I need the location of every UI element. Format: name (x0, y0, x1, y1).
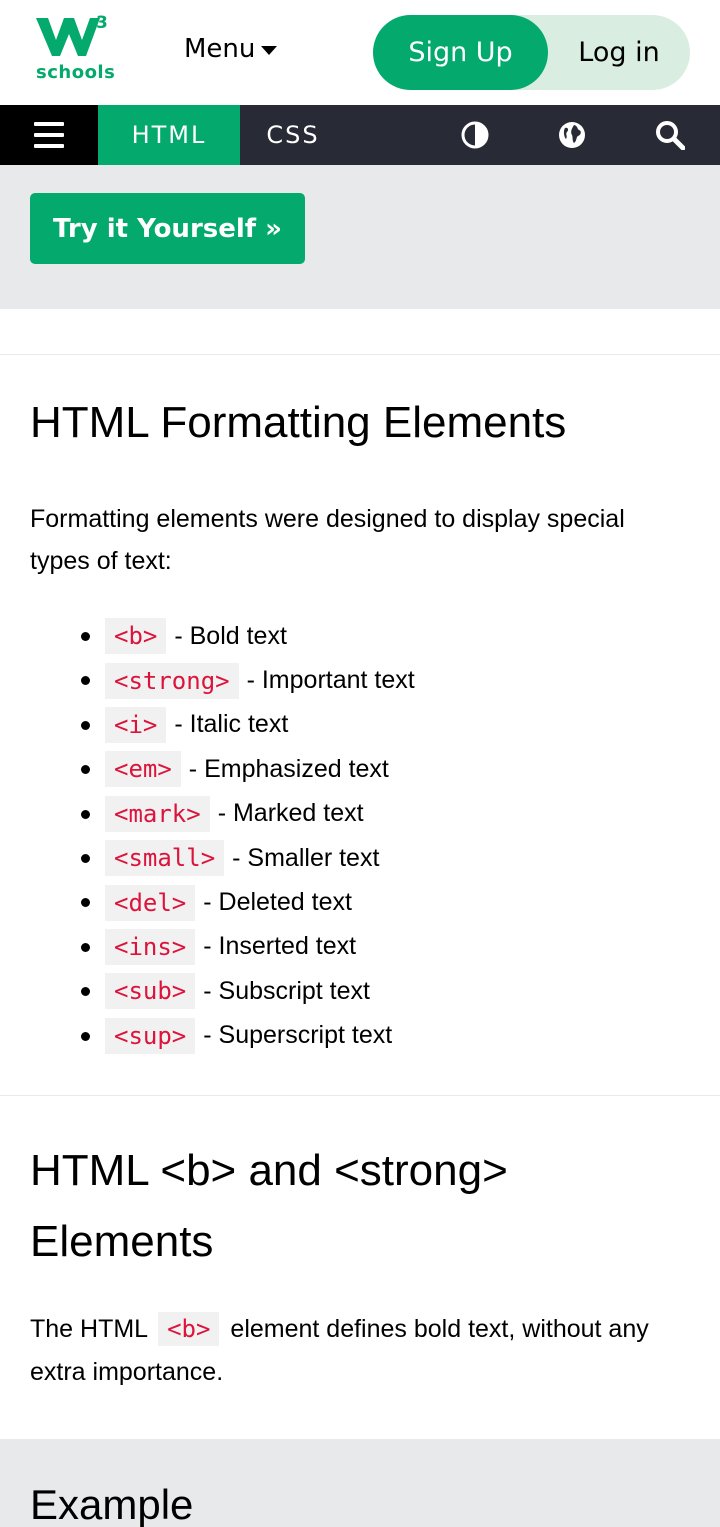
tag-description: - Important text (246, 666, 415, 695)
tag-code: <strong> (105, 662, 239, 699)
menu-dropdown-button[interactable]: Menu (184, 34, 278, 64)
list-item: <ins> - Inserted text (30, 925, 415, 969)
inline-code: <b> (158, 1312, 220, 1346)
w3-logo-icon: 3 (36, 13, 108, 56)
svg-text:3: 3 (96, 14, 108, 33)
logo-text: schools (36, 62, 116, 83)
top-navbar: HTML CSS (0, 105, 720, 165)
tag-code: <sup> (105, 1017, 196, 1054)
tag-code: <mark> (105, 795, 210, 832)
tag-code: <small> (105, 840, 225, 877)
sign-up-button[interactable]: Sign Up (373, 15, 548, 90)
top-header: 3 schools Menu Sign Up Log in (0, 0, 720, 105)
tag-code: <del> (105, 884, 196, 921)
log-in-button[interactable]: Log in (548, 15, 690, 90)
globe-icon[interactable] (557, 120, 587, 150)
tag-code: <ins> (105, 928, 196, 965)
tag-code: <em> (105, 751, 181, 788)
caret-down-icon (261, 45, 278, 55)
example-box: Example (0, 1439, 720, 1527)
tag-code: <b> (105, 618, 167, 655)
try-it-yourself-button[interactable]: Try it Yourself » (30, 193, 305, 264)
tag-description: - Inserted text (203, 932, 357, 961)
tag-description: - Smaller text (232, 843, 380, 872)
b-element-paragraph: The HTML <b> element defines bold text, … (30, 1308, 690, 1394)
tag-code: <sub> (105, 973, 196, 1010)
example-title: Example (30, 1481, 194, 1527)
list-item: <del> - Deleted text (30, 880, 415, 924)
tag-description: - Marked text (217, 799, 364, 828)
divider (0, 1095, 720, 1096)
tag-code: <i> (105, 706, 167, 743)
list-item: <small> - Smaller text (30, 836, 415, 880)
tag-description: - Bold text (174, 621, 287, 650)
subsection-title: HTML <b> and <strong> Elements (30, 1146, 508, 1266)
divider (0, 354, 720, 355)
auth-buttons: Sign Up Log in (373, 15, 690, 90)
tag-description: - Subscript text (203, 976, 370, 1005)
list-item: <em> - Emphasized text (30, 747, 415, 791)
tag-description: - Emphasized text (188, 754, 389, 783)
intro-paragraph: Formatting elements were designed to dis… (30, 505, 625, 575)
list-item: <i> - Italic text (30, 703, 415, 747)
list-item: <sub> - Subscript text (30, 969, 415, 1013)
list-item: <strong> - Important text (30, 658, 415, 702)
contrast-icon[interactable] (460, 120, 490, 150)
tag-description: - Superscript text (203, 1021, 393, 1050)
menu-label: Menu (184, 34, 256, 64)
list-item: <b> - Bold text (30, 614, 415, 658)
menu-icon[interactable] (0, 105, 98, 165)
w3schools-logo[interactable]: 3 schools (34, 13, 116, 84)
tag-description: - Italic text (174, 710, 289, 739)
tag-description: - Deleted text (203, 888, 352, 917)
paragraph-text: The HTML (30, 1315, 148, 1343)
nav-tab-html[interactable]: HTML (98, 105, 240, 165)
list-item: <mark> - Marked text (30, 792, 415, 836)
example-box: Try it Yourself » (0, 165, 720, 309)
search-icon[interactable] (655, 120, 685, 150)
section-title: HTML Formatting Elements (30, 398, 567, 447)
formatting-elements-list: <b> - Bold text <strong> - Important text <i… (30, 614, 415, 1058)
list-item: <sup> - Superscript text (30, 1014, 415, 1058)
nav-tab-css[interactable]: CSS (240, 105, 346, 165)
